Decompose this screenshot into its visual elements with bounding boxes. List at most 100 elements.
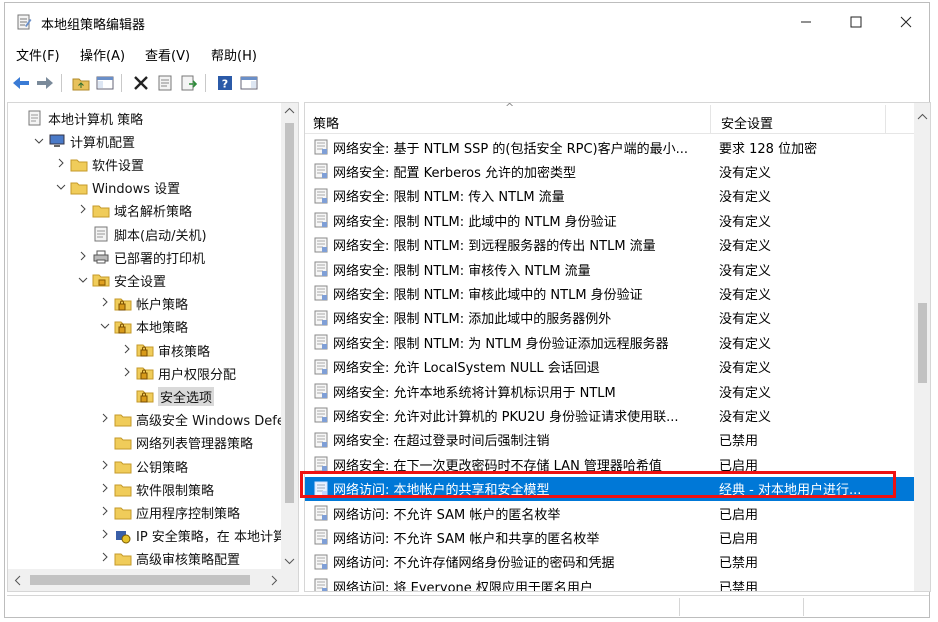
tree-item[interactable]: 脚本(启动/关机) [76,223,207,245]
menu-view[interactable]: 查看(V) [145,45,190,64]
up-one-level-button[interactable] [71,73,91,93]
back-button[interactable] [11,73,31,93]
policy-row[interactable]: 网络安全: 基于 NTLM SSP 的(包括安全 RPC)客户端的最小... 要求… [305,135,915,159]
policy-row[interactable]: 网络安全: 限制 NTLM: 审核传入 NTLM 流量 没有定义 [305,257,915,281]
tree-item[interactable]: 安全选项 [120,385,215,407]
policy-setting-value: 已禁用 [719,434,759,450]
policy-name: 网络安全: 限制 NTLM: 到远程服务器的传出 NTLM 流量 [333,239,656,255]
column-header-setting[interactable]: 安全设置 [721,113,773,132]
tree-item[interactable]: 应用程序控制策略 [98,501,240,523]
collapsed-chevron-icon[interactable] [98,460,112,473]
list-vertical-scrollbar[interactable] [914,103,930,591]
tree-item-label: Windows 设置 [92,182,181,198]
column-header-policy[interactable]: 策略 [313,113,339,132]
collapsed-chevron-icon[interactable] [98,552,112,565]
collapsed-chevron-icon[interactable] [98,506,112,519]
tree-item[interactable]: IP 安全策略，在 本地计算 [98,525,286,547]
policy-row[interactable]: 网络访问: 将 Everyone 权限应用于匿名用户 已禁用 [305,574,915,591]
policy-row[interactable]: 网络安全: 限制 NTLM: 此域中的 NTLM 身份验证 没有定义 [305,208,915,232]
close-button[interactable] [881,3,931,41]
tree-item[interactable]: 安全设置 [76,269,166,291]
menu-bar: 文件(F) 操作(A) 查看(V) 帮助(H) [5,43,929,65]
collapsed-chevron-icon[interactable] [54,158,68,171]
policy-setting-value: 没有定义 [719,336,772,352]
scroll-up-icon [284,107,295,114]
tree-horizontal-scrollbar[interactable] [8,569,298,591]
tree-item[interactable]: 软件设置 [54,153,144,175]
folder-icon [114,435,132,451]
tree-item[interactable]: 帐户策略 [98,293,188,315]
tree-item-label: 审核策略 [158,344,211,360]
policy-setting-value: 没有定义 [719,214,772,230]
expanded-chevron-icon[interactable] [76,274,90,287]
policy-setting-icon [313,285,329,301]
tree-item[interactable]: 本地策略 [98,316,188,338]
policy-setting-icon [313,188,329,204]
svg-text:?: ? [222,78,228,91]
properties-button[interactable] [155,73,175,93]
collapsed-chevron-icon[interactable] [98,483,112,496]
tree-item[interactable]: 域名解析策略 [76,200,192,222]
collapsed-chevron-icon[interactable] [98,529,112,542]
tree-item-label: IP 安全策略，在 本地计算 [136,530,286,546]
policy-row[interactable]: 网络访问: 不允许存储网络身份验证的密码和凭据 已禁用 [305,550,915,574]
menu-help[interactable]: 帮助(H) [211,45,257,64]
policy-row[interactable]: 网络安全: 限制 NTLM: 添加此域中的服务器例外 没有定义 [305,306,915,330]
tree-item[interactable]: 高级审核策略配置 [98,548,240,570]
folder-icon [70,180,88,196]
tree-horizontal-scroll-thumb[interactable] [30,575,250,585]
menu-action[interactable]: 操作(A) [80,45,125,64]
tree-item[interactable]: 审核策略 [120,339,210,361]
expanded-chevron-icon[interactable] [54,181,68,194]
expanded-chevron-icon[interactable] [98,320,112,333]
export-list-button[interactable] [179,73,199,93]
tree-item[interactable]: Windows 设置 [54,177,180,199]
policy-row[interactable]: 网络安全: 允许对此计算机的 PKU2U 身份验证请求使用联... 没有定义 [305,403,915,427]
policy-name: 网络安全: 允许 LocalSystem NULL 会话回退 [333,361,600,377]
collapsed-chevron-icon[interactable] [120,344,134,357]
tree-item[interactable]: 已部署的打印机 [76,246,205,268]
policy-row[interactable]: 网络安全: 配置 Kerberos 允许的加密类型 没有定义 [305,159,915,183]
policy-row[interactable]: 网络安全: 限制 NTLM: 审核此域中的 NTLM 身份验证 没有定义 [305,281,915,305]
collapsed-chevron-icon[interactable] [76,204,90,217]
tree-item-label: 已部署的打印机 [114,251,206,267]
tree-item[interactable]: 高级安全 Windows Defe [98,409,285,431]
collapsed-chevron-icon[interactable] [98,413,112,426]
policy-list-pane: ^ 策略 安全设置 网络安全: 基于 NTLM SSP 的(包括安全 RPC)客… [304,102,931,592]
policy-name: 网络安全: 限制 NTLM: 为 NTLM 身份验证添加远程服务器 [333,336,669,352]
collapsed-chevron-icon[interactable] [76,251,90,264]
minimize-button[interactable] [781,3,831,41]
tree-item[interactable]: 本地计算机 策略 [10,107,143,129]
policy-row[interactable]: 网络安全: 限制 NTLM: 为 NTLM 身份验证添加远程服务器 没有定义 [305,330,915,354]
column-divider[interactable] [885,105,886,133]
list-vertical-scroll-thumb[interactable] [918,303,927,383]
forward-button[interactable] [35,73,55,93]
policy-row[interactable]: 网络安全: 在超过登录时间后强制注销 已禁用 [305,428,915,452]
folder-icon [114,412,132,428]
tree-vertical-scroll-thumb[interactable] [285,123,294,503]
show-hide-action-pane-button[interactable] [239,73,259,93]
collapsed-chevron-icon[interactable] [98,297,112,310]
column-divider[interactable] [710,105,711,133]
tree-item[interactable]: 计算机配置 [32,130,135,152]
tree-item[interactable]: 网络列表管理器策略 [98,432,253,454]
show-hide-tree-button[interactable] [95,73,115,93]
maximize-button[interactable] [831,3,881,41]
policy-row[interactable]: 网络安全: 允许 LocalSystem NULL 会话回退 没有定义 [305,355,915,379]
tree-item[interactable]: 用户权限分配 [120,362,236,384]
policy-row[interactable]: 网络安全: 允许本地系统将计算机标识用于 NTLM 没有定义 [305,379,915,403]
collapsed-chevron-icon[interactable] [120,367,134,380]
expanded-chevron-icon[interactable] [32,135,46,148]
folder-icon [114,458,132,474]
menu-file[interactable]: 文件(F) [16,45,60,64]
policy-row[interactable]: 网络安全: 限制 NTLM: 到远程服务器的传出 NTLM 流量 没有定义 [305,233,915,257]
tree-item[interactable]: 公钥策略 [98,455,188,477]
tree-vertical-scrollbar[interactable] [281,103,298,569]
policy-row[interactable]: 网络访问: 不允许 SAM 帐户和共享的匿名枚举 已启用 [305,525,915,549]
help-button[interactable]: ? [215,73,235,93]
delete-button[interactable] [131,73,151,93]
policy-row[interactable]: 网络访问: 不允许 SAM 帐户的匿名枚举 已启用 [305,501,915,525]
tree-item-label: 高级审核策略配置 [136,553,241,569]
policy-row[interactable]: 网络安全: 限制 NTLM: 传入 NTLM 流量 没有定义 [305,184,915,208]
tree-item[interactable]: 软件限制策略 [98,478,214,500]
